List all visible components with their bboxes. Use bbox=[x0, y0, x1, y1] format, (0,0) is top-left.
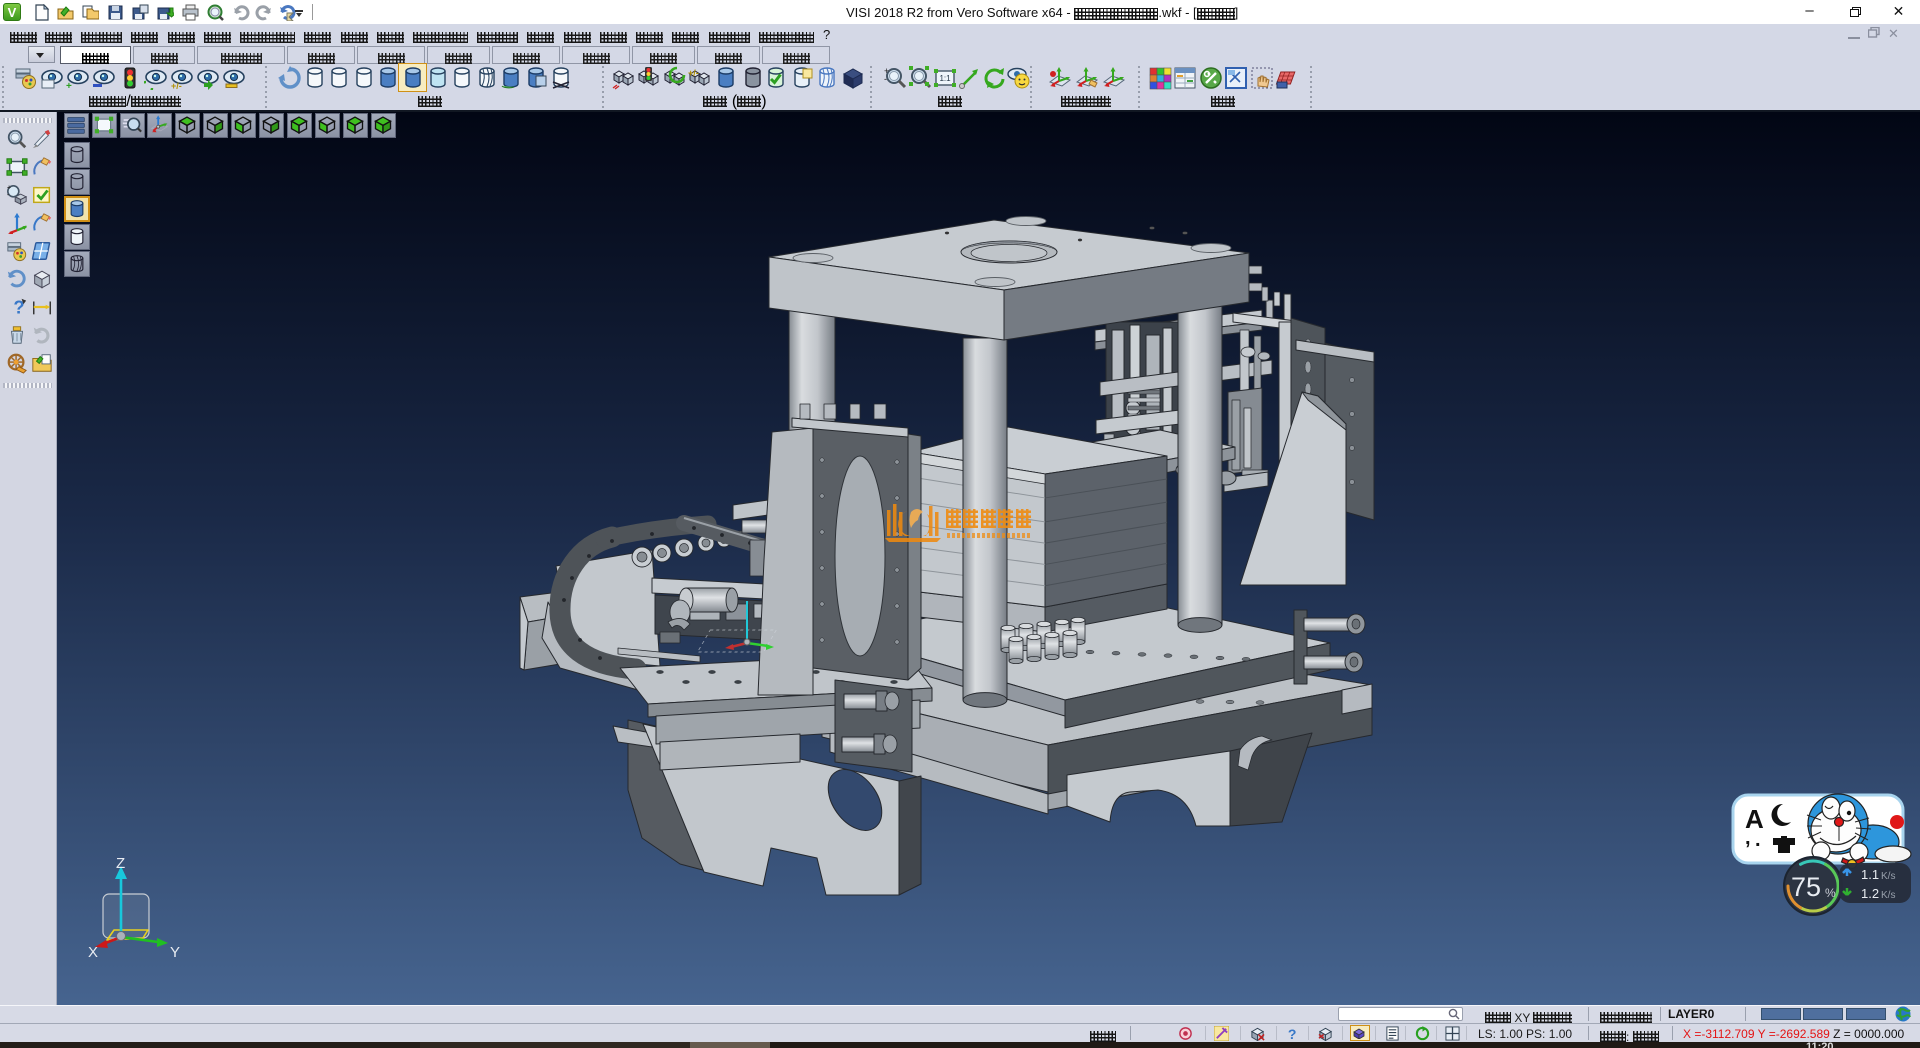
svg-text:75: 75 bbox=[1791, 872, 1821, 902]
svg-text:%: % bbox=[1825, 886, 1836, 900]
svg-text:1.2: 1.2 bbox=[1861, 886, 1879, 901]
svg-text:X: X bbox=[88, 944, 98, 961]
svg-text:,: , bbox=[1745, 827, 1751, 849]
svg-text:Z: Z bbox=[116, 855, 125, 872]
svg-text:Y: Y bbox=[170, 944, 180, 961]
svg-text:1.1: 1.1 bbox=[1861, 867, 1879, 882]
svg-text:.: . bbox=[1755, 829, 1761, 851]
svg-text:K/s: K/s bbox=[1881, 871, 1895, 882]
svg-text:K/s: K/s bbox=[1881, 890, 1895, 901]
